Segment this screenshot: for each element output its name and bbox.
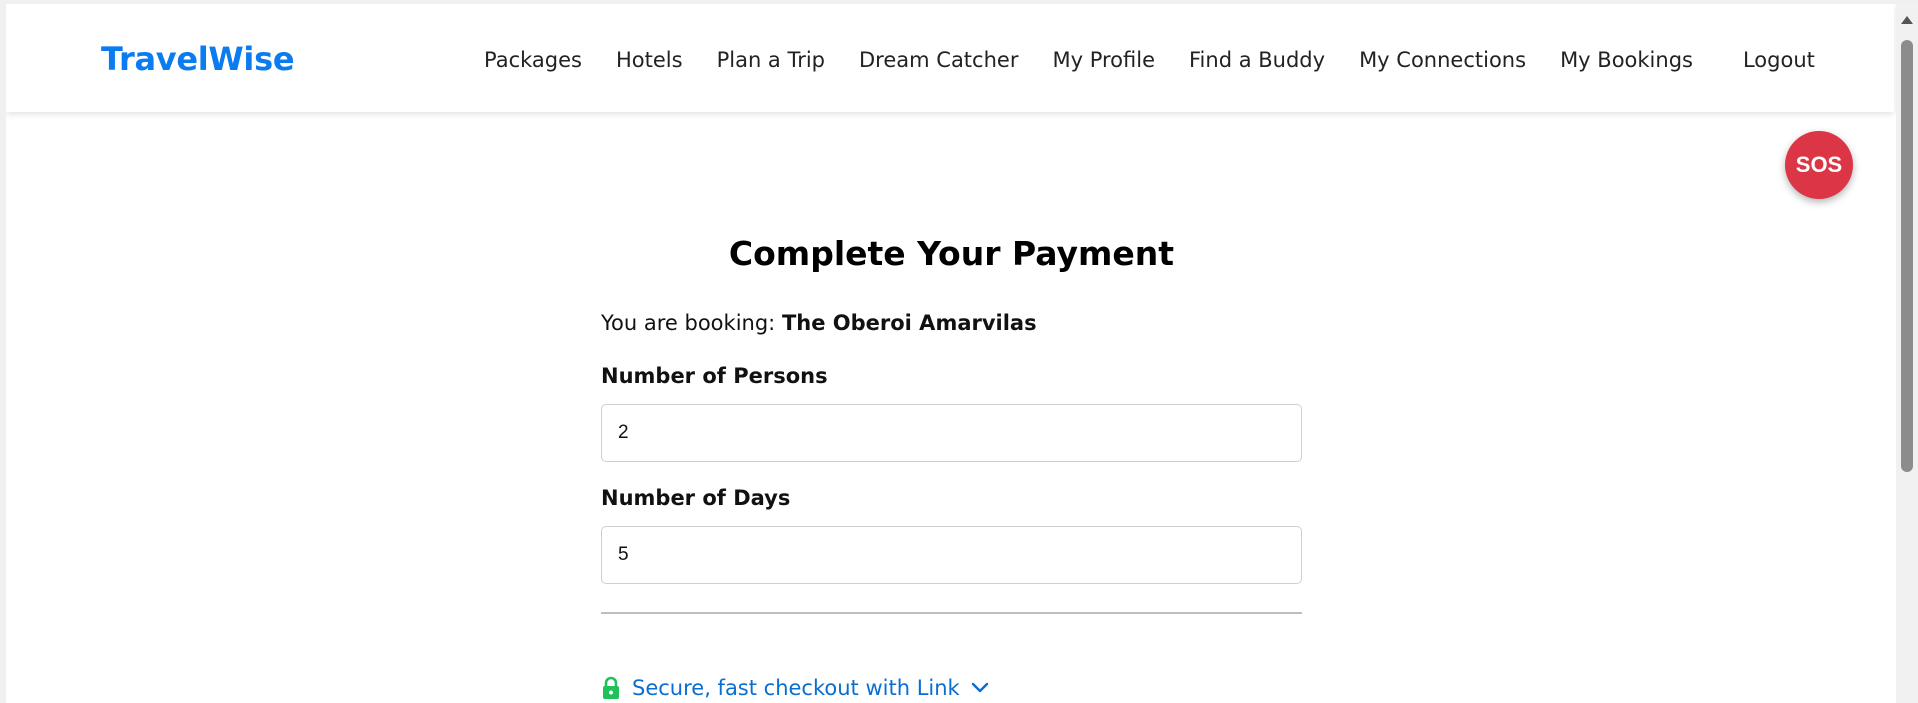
booking-name: The Oberoi Amarvilas	[781, 311, 1037, 335]
nav-dream-catcher[interactable]: Dream Catcher	[859, 48, 1018, 72]
nav-hotels[interactable]: Hotels	[616, 48, 683, 72]
top-navbar: TravelWise Packages Hotels Plan a Trip D…	[6, 4, 1894, 112]
booking-prefix: You are booking:	[601, 311, 776, 335]
link-checkout-text[interactable]: Secure, fast checkout with Link	[632, 676, 960, 700]
section-divider	[601, 612, 1302, 614]
brand-logo[interactable]: TravelWise	[101, 40, 295, 78]
scroll-thumb[interactable]	[1901, 40, 1913, 472]
days-input[interactable]	[601, 526, 1302, 584]
nav-plan-a-trip[interactable]: Plan a Trip	[717, 48, 825, 72]
nav-packages[interactable]: Packages	[484, 48, 582, 72]
persons-label: Number of Persons	[601, 364, 828, 388]
chevron-down-icon[interactable]	[971, 682, 989, 694]
nav-my-bookings[interactable]: My Bookings	[1560, 48, 1693, 72]
nav-find-a-buddy[interactable]: Find a Buddy	[1189, 48, 1325, 72]
link-checkout-toggle[interactable]: Secure, fast checkout with Link	[601, 676, 989, 700]
booking-summary: You are booking: The Oberoi Amarvilas	[601, 311, 1037, 335]
nav-my-profile[interactable]: My Profile	[1052, 48, 1155, 72]
persons-input[interactable]	[601, 404, 1302, 462]
vertical-scrollbar[interactable]	[1896, 4, 1918, 703]
sos-button[interactable]: SOS	[1785, 131, 1853, 199]
page-title: Complete Your Payment	[728, 234, 1175, 273]
logout-button[interactable]: Logout	[1743, 48, 1815, 72]
page-viewport: TravelWise Packages Hotels Plan a Trip D…	[0, 0, 1918, 703]
lock-icon	[603, 676, 619, 699]
nav-my-connections[interactable]: My Connections	[1359, 48, 1526, 72]
nav-links: Packages Hotels Plan a Trip Dream Catche…	[484, 48, 1815, 72]
scroll-up-arrow-icon[interactable]	[1901, 16, 1913, 24]
days-label: Number of Days	[601, 486, 791, 510]
